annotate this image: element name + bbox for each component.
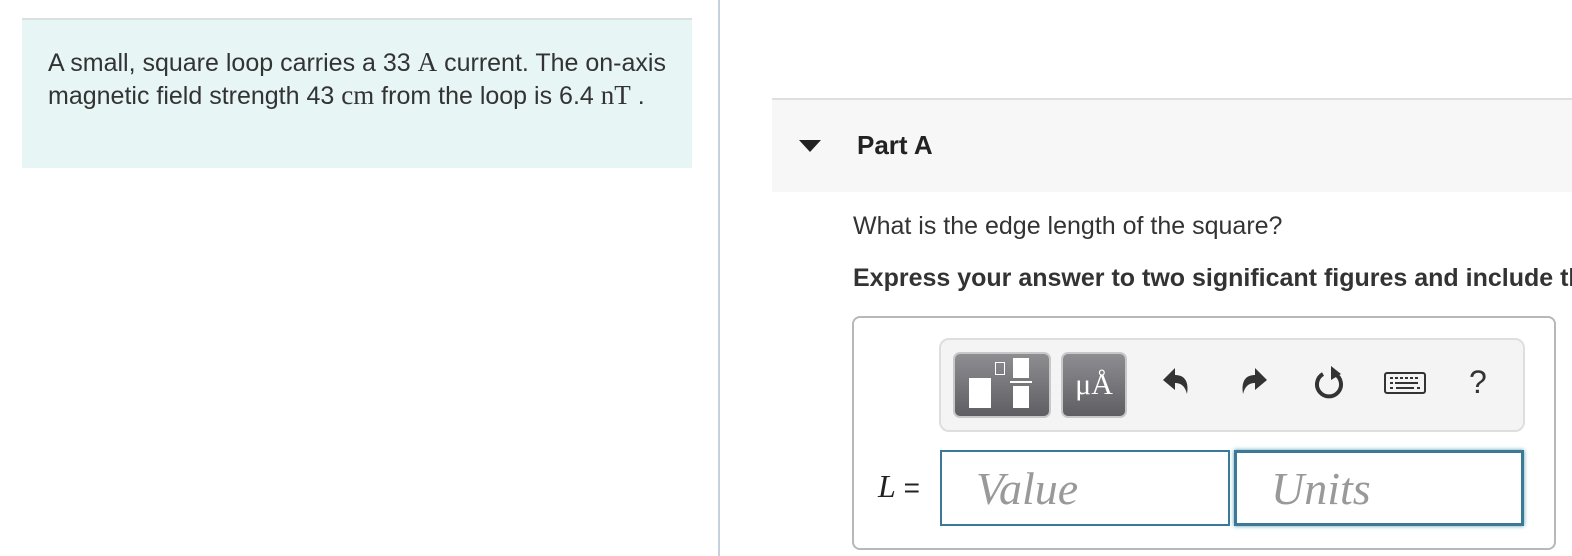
value-input[interactable] [940, 450, 1230, 526]
math-unit: A [417, 47, 438, 77]
question-text: What is the edge length of the square? [853, 212, 1283, 240]
math-unit: cm [341, 80, 375, 110]
symbols-button[interactable]: μÅ [1061, 352, 1127, 418]
math-toolbar: μÅ ? [939, 338, 1525, 432]
answer-box: μÅ ? L = [852, 316, 1556, 550]
reset-button[interactable] [1309, 360, 1349, 406]
variable-symbol: L [878, 468, 896, 504]
undo-button[interactable] [1155, 360, 1195, 406]
redo-icon [1242, 368, 1267, 394]
problem-text-segment: A small, square loop carries a 33 [48, 49, 418, 77]
units-input[interactable] [1234, 450, 1524, 526]
equals-sign: = [903, 472, 920, 503]
problem-text-segment: . [630, 82, 645, 110]
column-divider [718, 0, 720, 556]
reset-icon [1315, 366, 1343, 399]
symbols-icon: μÅ [1075, 368, 1113, 401]
variable-label: L = [878, 468, 920, 505]
help-button[interactable]: ? [1469, 364, 1487, 401]
math-unit: nT [600, 80, 631, 110]
templates-button[interactable] [953, 352, 1051, 418]
part-a-header[interactable]: Part A [772, 98, 1572, 192]
keyboard-button[interactable] [1383, 360, 1427, 406]
redo-button[interactable] [1235, 360, 1275, 406]
problem-text: A small, square loop carries a 33 A curr… [48, 46, 666, 112]
problem-text-segment: from the loop is 6.4 [374, 82, 601, 110]
part-title: Part A [857, 130, 933, 160]
problem-statement: A small, square loop carries a 33 A curr… [22, 18, 692, 168]
collapse-triangle-icon[interactable] [799, 140, 821, 152]
answer-instruction: Express your answer to two significant f… [853, 264, 1572, 292]
keyboard-icon [1384, 372, 1426, 394]
undo-icon [1163, 368, 1188, 394]
